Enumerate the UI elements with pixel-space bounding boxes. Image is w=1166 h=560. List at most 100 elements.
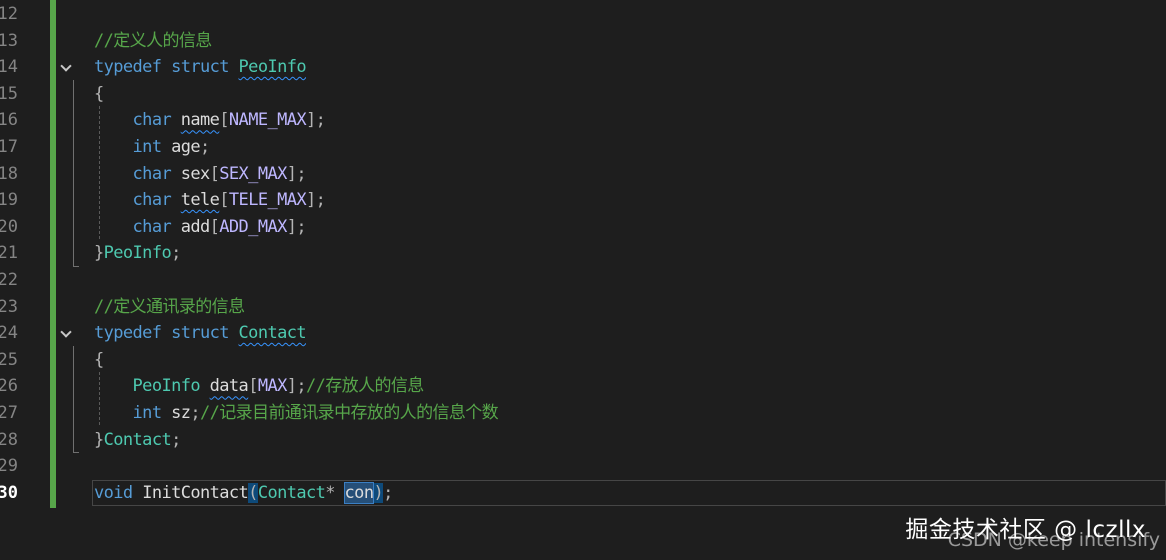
line-number: 28 bbox=[0, 429, 18, 450]
code-token: age bbox=[171, 137, 201, 157]
code-token: //记录目前通讯录中存放的人的信息个数 bbox=[200, 403, 499, 423]
code-token: SEX_MAX bbox=[219, 163, 287, 184]
code-line[interactable]: 17 int age; bbox=[0, 134, 1166, 161]
code-token: ( bbox=[248, 482, 258, 503]
code-token: ]; bbox=[286, 216, 307, 237]
scope-guide-peoinfo-end bbox=[73, 266, 79, 267]
code-token: char bbox=[132, 216, 172, 237]
code-line[interactable]: 28 }Contact; bbox=[0, 427, 1166, 454]
code-line[interactable]: 16 char name[NAME_MAX]; bbox=[0, 107, 1166, 134]
code-editor[interactable]: 12 13 //定义人的信息 14 typedef struct PeoInfo 15 {1… bbox=[0, 0, 1166, 560]
line-number: 18 bbox=[0, 163, 18, 184]
code-line[interactable]: 22 bbox=[0, 267, 1166, 294]
line-number: 17 bbox=[0, 137, 18, 157]
code-line[interactable]: 15 { bbox=[0, 81, 1166, 108]
code-text[interactable]: }PeoInfo; bbox=[94, 240, 181, 267]
code-token: char bbox=[132, 163, 172, 184]
code-token: NAME_MAX bbox=[228, 110, 307, 131]
code-token: sex bbox=[180, 163, 211, 184]
code-text[interactable]: //定义通讯录的信息 bbox=[94, 294, 245, 321]
code-token: PeoInfo bbox=[132, 376, 201, 397]
code-line[interactable]: 26 PeoInfo data[MAX];//存放人的信息 bbox=[0, 373, 1166, 400]
code-token: ; bbox=[171, 429, 181, 450]
code-token: char bbox=[132, 190, 172, 211]
chevron-down-icon[interactable] bbox=[60, 60, 72, 72]
code-token: ; bbox=[383, 482, 393, 503]
code-token: ; bbox=[200, 137, 210, 157]
code-token: char bbox=[132, 110, 172, 131]
line-number: 13 bbox=[0, 30, 18, 51]
code-line[interactable]: 13 //定义人的信息 bbox=[0, 28, 1166, 55]
code-token: PeoInfo bbox=[103, 243, 172, 264]
code-token: int bbox=[132, 137, 163, 157]
code-line[interactable]: 14 typedef struct PeoInfo bbox=[0, 54, 1166, 81]
code-line[interactable]: 19 char tele[TELE_MAX]; bbox=[0, 187, 1166, 214]
code-text[interactable]: char name[NAME_MAX]; bbox=[94, 107, 326, 134]
code-token: ; bbox=[190, 403, 201, 423]
code-line[interactable]: 27 int sz;//记录目前通讯录中存放的人的信息个数 bbox=[0, 400, 1166, 427]
code-line[interactable]: 21}PeoInfo; bbox=[0, 240, 1166, 267]
chevron-down-icon[interactable] bbox=[60, 326, 72, 338]
code-line[interactable]: 23 //定义通讯录的信息 bbox=[0, 294, 1166, 321]
line-number: 27 bbox=[0, 403, 18, 423]
code-line[interactable]: 20 char add[ADD_MAX]; bbox=[0, 214, 1166, 241]
code-token: } bbox=[94, 243, 104, 264]
code-token: { bbox=[94, 349, 104, 370]
code-text[interactable]: }Contact; bbox=[94, 427, 181, 454]
line-number: 21 bbox=[0, 243, 18, 264]
code-token: PeoInfo bbox=[238, 57, 307, 78]
line-number: 29 bbox=[0, 456, 18, 477]
code-token: MAX bbox=[257, 376, 288, 397]
code-token: TELE_MAX bbox=[228, 190, 307, 211]
code-text[interactable]: typedef struct Contact bbox=[94, 320, 307, 347]
code-line[interactable]: 30 void InitContact(Contact* con); bbox=[0, 480, 1166, 507]
code-token: * bbox=[325, 482, 345, 503]
code-line[interactable]: 18 char sex[SEX_MAX]; bbox=[0, 161, 1166, 188]
line-number: 14 bbox=[0, 57, 18, 78]
line-number: 15 bbox=[0, 83, 18, 104]
code-token: con bbox=[343, 481, 375, 504]
code-line[interactable]: 29 bbox=[0, 453, 1166, 480]
line-number: 16 bbox=[0, 110, 18, 131]
code-text[interactable]: PeoInfo data[MAX];//存放人的信息 bbox=[94, 373, 425, 400]
scope-guide-contact-end bbox=[73, 452, 79, 453]
line-number: 20 bbox=[0, 216, 18, 237]
code-token: [ bbox=[209, 216, 220, 237]
code-token: Contact bbox=[257, 482, 326, 503]
code-token: typedef bbox=[94, 57, 162, 78]
code-token: ) bbox=[373, 482, 384, 503]
code-token: Contact bbox=[103, 429, 172, 450]
code-token: Contact bbox=[238, 323, 307, 344]
code-text[interactable]: char add[ADD_MAX]; bbox=[94, 214, 307, 241]
code-text[interactable]: { bbox=[94, 347, 104, 374]
code-token: tele bbox=[180, 190, 220, 211]
code-line[interactable]: 25 { bbox=[0, 347, 1166, 374]
code-text[interactable]: //定义人的信息 bbox=[94, 28, 212, 55]
line-number: 24 bbox=[0, 323, 18, 344]
code-token: ; bbox=[171, 243, 181, 264]
code-text[interactable]: int age; bbox=[94, 134, 211, 161]
code-line[interactable]: 24 typedef struct Contact bbox=[0, 320, 1166, 347]
code-token: struct bbox=[171, 323, 229, 344]
code-text[interactable]: int sz;//记录目前通讯录中存放的人的信息个数 bbox=[94, 400, 499, 427]
code-text[interactable]: void InitContact(Contact* con); bbox=[94, 480, 393, 507]
code-token: [ bbox=[219, 110, 229, 131]
code-text[interactable]: char tele[TELE_MAX]; bbox=[94, 187, 326, 214]
code-text[interactable]: typedef struct PeoInfo bbox=[94, 54, 307, 81]
line-number: 25 bbox=[0, 349, 18, 370]
code-line[interactable]: 12 bbox=[0, 1, 1166, 28]
code-text[interactable]: { bbox=[94, 81, 104, 108]
code-token: struct bbox=[171, 57, 229, 78]
code-text[interactable]: char sex[SEX_MAX]; bbox=[94, 161, 307, 188]
